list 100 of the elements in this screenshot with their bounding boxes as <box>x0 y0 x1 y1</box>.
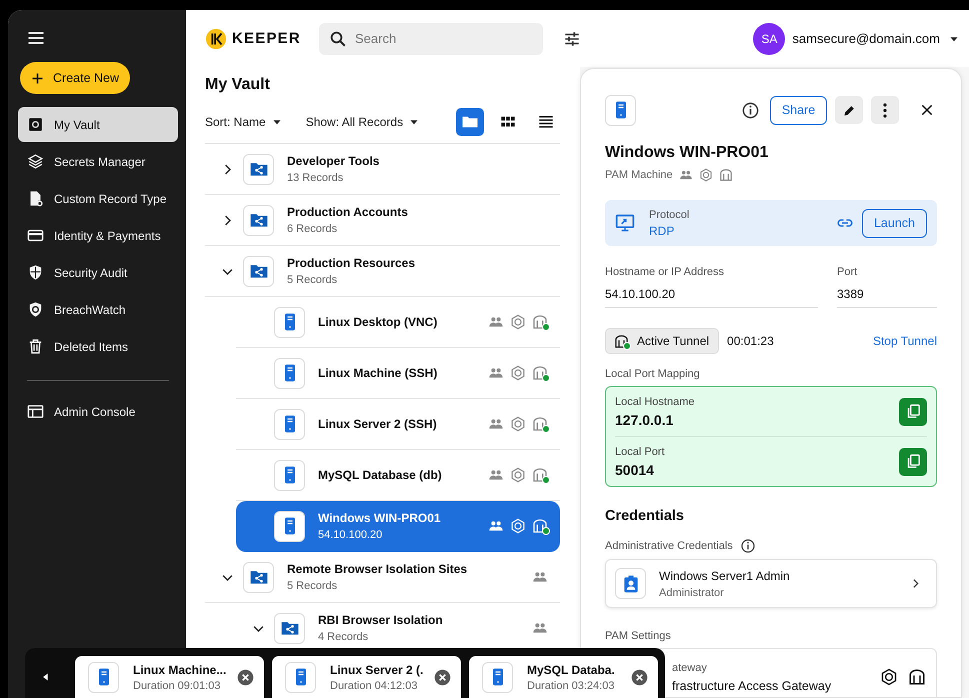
trash-icon <box>27 338 44 355</box>
nav-item[interactable]: Identity & Payments <box>18 218 178 253</box>
nav-item[interactable]: Secrets Manager <box>18 144 178 179</box>
tunnel-icon <box>718 168 733 182</box>
field-label: ateway <box>672 662 708 674</box>
nav-item[interactable]: BreachWatch <box>18 292 178 327</box>
edit-button[interactable] <box>835 96 863 124</box>
nav-item[interactable]: Deleted Items <box>18 329 178 364</box>
layers-icon <box>27 153 44 170</box>
monitor-icon <box>615 213 635 233</box>
credential-name: Windows Server1 Admin <box>659 568 790 582</box>
session-duration: Duration 03:24:03 <box>527 680 616 692</box>
gateway-icon <box>880 668 898 686</box>
session-duration: Duration 04:12:03 <box>330 680 418 692</box>
field-value: 50014 <box>615 462 655 478</box>
launch-button[interactable]: Launch <box>862 208 927 238</box>
record-name: RBI Browser Isolation <box>318 613 443 627</box>
section-label: Administrative Credentials <box>605 540 733 552</box>
field-value: frastructure Access Gateway <box>672 678 832 692</box>
shared-folder-icon <box>243 204 274 236</box>
server-icon <box>274 358 305 388</box>
record-name: Developer Tools <box>287 154 380 168</box>
info-icon[interactable] <box>741 100 760 120</box>
tunnel-icon <box>532 365 548 381</box>
avatar[interactable]: SA <box>753 22 786 54</box>
server-icon <box>482 662 513 692</box>
contact-icon <box>615 568 646 599</box>
plus-icon <box>30 70 45 86</box>
field-label: Local Hostname <box>615 396 696 408</box>
record-row[interactable]: Linux Server 2 (SSH) <box>236 399 560 450</box>
server-icon <box>274 306 305 338</box>
logo-text: KEEPER <box>232 30 301 47</box>
session-duration: Duration 09:01:03 <box>133 680 222 692</box>
console-icon <box>27 403 44 420</box>
more-button[interactable] <box>871 96 899 124</box>
record-name: Windows WIN-PRO01 <box>318 511 441 525</box>
search-field[interactable]: Search <box>319 22 543 54</box>
copy-button[interactable] <box>899 448 927 476</box>
stop-tunnel-link[interactable]: Stop Tunnel <box>872 334 937 348</box>
search-icon <box>329 30 347 48</box>
protocol-value: RDP <box>649 224 676 238</box>
shared-folder-icon <box>243 256 274 286</box>
field-value: 127.0.0.1 <box>615 412 674 428</box>
server-icon <box>605 94 636 126</box>
field-value: 3389 <box>837 287 865 301</box>
close-icon[interactable] <box>434 668 451 686</box>
server-icon <box>274 510 305 542</box>
filter-dropdown[interactable]: Show: All Records <box>306 115 422 129</box>
record-row[interactable]: Linux Desktop (VNC) <box>236 297 560 348</box>
info-icon[interactable] <box>740 538 756 554</box>
vault-icon <box>27 116 44 133</box>
folder-view-button[interactable] <box>456 108 484 136</box>
shared-folder-icon <box>243 154 274 184</box>
nav-item[interactable]: Security Audit <box>18 255 178 290</box>
logo-icon <box>205 28 227 50</box>
tunnel-icon <box>532 467 548 483</box>
folder-row[interactable]: Production Resources 5 Records <box>205 246 560 297</box>
create-new-button[interactable]: Create New <box>20 62 130 94</box>
folder-row[interactable]: Production Accounts 6 Records <box>205 195 560 246</box>
record-subtitle: 54.10.100.20 <box>318 529 384 541</box>
field-label: Hostname or IP Address <box>605 266 726 278</box>
close-icon[interactable] <box>237 668 254 686</box>
shared-icon <box>678 168 693 182</box>
session-card[interactable]: Linux Machine... Duration 09:01:03 <box>75 656 264 698</box>
server-icon <box>274 408 305 440</box>
session-card[interactable]: MySQL Databa. Duration 03:24:03 <box>469 656 658 698</box>
section-label: Local Port Mapping <box>605 368 701 380</box>
filter-icon[interactable] <box>563 30 581 48</box>
credential-card[interactable]: Windows Server1 Admin Administrator <box>605 559 937 608</box>
record-name: MySQL Database (db) <box>318 468 442 482</box>
shared-folder-icon <box>243 562 274 592</box>
sort-dropdown[interactable]: Sort: Name <box>205 115 284 129</box>
tunnel-icon <box>908 668 926 686</box>
record-row[interactable]: Linux Machine (SSH) <box>236 348 560 399</box>
server-icon <box>285 662 316 692</box>
record-subtitle: 4 Records <box>318 631 370 643</box>
share-button[interactable]: Share <box>770 96 827 124</box>
shield-icon <box>27 264 44 281</box>
tunnel-icon <box>532 416 548 432</box>
record-title: Windows WIN-PRO01 <box>605 144 770 162</box>
tunnel-icon <box>614 334 629 348</box>
field-value: 54.10.100.20 <box>605 287 676 301</box>
shared-folder-icon <box>274 612 305 644</box>
nav-item[interactable]: My Vault <box>18 107 178 142</box>
record-name: Linux Desktop (VNC) <box>318 315 438 329</box>
record-subtitle: 5 Records <box>287 274 338 286</box>
record-subtitle: 13 Records <box>287 172 344 184</box>
record-name: Linux Machine (SSH) <box>318 366 438 380</box>
close-icon[interactable] <box>631 668 648 686</box>
folder-row[interactable]: Remote Browser Isolation Sites 5 Records <box>205 552 560 603</box>
session-card[interactable]: Linux Server 2 (. Duration 04:12:03 <box>272 656 461 698</box>
close-icon[interactable] <box>919 102 935 118</box>
page-title: My Vault <box>205 76 271 94</box>
nav-item[interactable]: Admin Console <box>18 394 178 429</box>
tunnel-icon <box>532 518 548 534</box>
folder-row[interactable]: Developer Tools 13 Records <box>205 144 560 195</box>
copy-button[interactable] <box>899 398 927 426</box>
user-email[interactable]: samsecure@domain.com <box>792 31 940 46</box>
record-row[interactable]: Windows WIN-PRO01 54.10.100.20 <box>236 501 560 552</box>
nav-item[interactable]: Custom Record Type <box>18 181 178 216</box>
